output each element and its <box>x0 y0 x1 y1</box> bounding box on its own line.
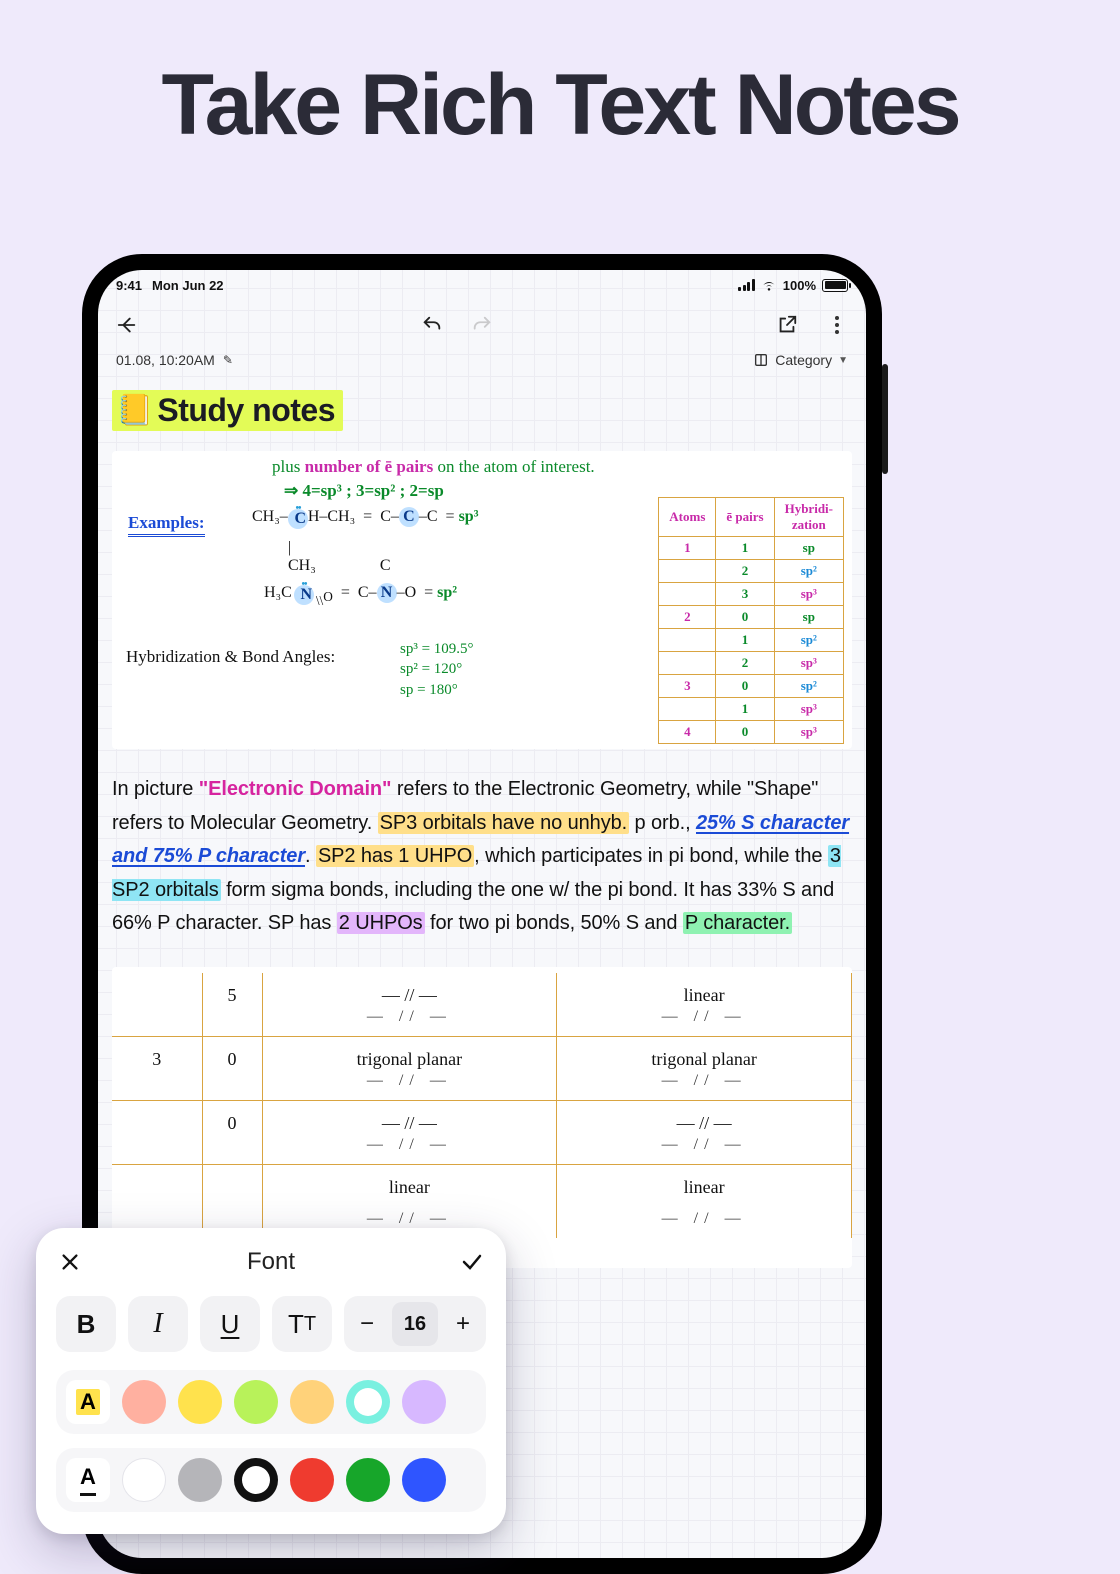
close-icon[interactable] <box>56 1248 84 1276</box>
status-time: 9:41 <box>116 278 142 293</box>
highlight-swatch[interactable] <box>346 1380 390 1424</box>
highlight-swatch[interactable] <box>178 1380 222 1424</box>
wifi-icon <box>761 279 777 291</box>
font-size-value: 16 <box>392 1302 438 1346</box>
hero-title: Take Rich Text Notes <box>0 56 1120 155</box>
handwriting-image: plus number of ē pairs on the atom of in… <box>112 451 852 749</box>
folder-icon: 📒 <box>116 396 153 426</box>
highlight-swatch[interactable] <box>122 1380 166 1424</box>
back-icon[interactable] <box>116 314 138 336</box>
highlight-swatch[interactable] <box>290 1380 334 1424</box>
text-color-swatch[interactable] <box>234 1458 278 1502</box>
tablet-side-button <box>882 364 888 474</box>
share-icon[interactable] <box>776 314 798 336</box>
text-size-button[interactable]: TT <box>272 1296 332 1352</box>
note-content[interactable]: 📒 Study notes plus number of ē pairs on … <box>98 376 866 1268</box>
highlight-swatch[interactable] <box>402 1380 446 1424</box>
text-color-swatch[interactable] <box>178 1458 222 1502</box>
battery-percent: 100% <box>783 278 816 293</box>
text-color-swatch[interactable] <box>346 1458 390 1502</box>
highlight-swatch[interactable] <box>234 1380 278 1424</box>
highlight-color-row: A <box>56 1370 486 1434</box>
category-selector[interactable]: Category ▼ <box>753 352 848 368</box>
note-title-text: Study notes <box>157 392 335 429</box>
undo-icon[interactable] <box>421 314 443 336</box>
more-icon[interactable] <box>826 314 848 336</box>
cellular-icon <box>738 279 755 291</box>
text-color-swatch[interactable] <box>290 1458 334 1502</box>
app-toolbar <box>98 300 866 350</box>
chevron-down-icon: ▼ <box>838 355 848 366</box>
style-row: B I U TT − 16 + <box>56 1296 486 1352</box>
battery-icon <box>822 279 848 292</box>
status-bar: 9:41 Mon Jun 22 100% <box>98 270 866 300</box>
increase-size-button[interactable]: + <box>440 1296 486 1352</box>
note-timestamp: 01.08, 10:20AM <box>116 352 215 368</box>
italic-button[interactable]: I <box>128 1296 188 1352</box>
category-label: Category <box>775 352 832 368</box>
text-color-mode-chip[interactable]: A <box>66 1458 110 1502</box>
note-body-text[interactable]: In picture "Electronic Domain" refers to… <box>112 773 852 941</box>
category-icon <box>753 352 769 368</box>
bold-button[interactable]: B <box>56 1296 116 1352</box>
highlight-mode-chip[interactable]: A <box>66 1380 110 1424</box>
note-title: 📒 Study notes <box>112 390 343 431</box>
font-panel: Font B I U TT − 16 + A A <box>36 1228 506 1534</box>
decrease-size-button[interactable]: − <box>344 1296 390 1352</box>
hybridization-table: Atomsē pairsHybridi- zation 11sp2sp²3sp³… <box>658 497 844 744</box>
font-panel-title: Font <box>247 1248 295 1276</box>
edit-icon[interactable]: ✎ <box>223 353 233 367</box>
geometry-table: 5— // —— // —linear— // —30trigonal plan… <box>112 967 852 1268</box>
confirm-icon[interactable] <box>458 1248 486 1276</box>
redo-icon <box>471 314 493 336</box>
font-size-stepper: − 16 + <box>344 1296 486 1352</box>
text-color-row: A <box>56 1448 486 1512</box>
text-color-swatch[interactable] <box>122 1458 166 1502</box>
text-color-swatch[interactable] <box>402 1458 446 1502</box>
status-date: Mon Jun 22 <box>152 278 224 293</box>
underline-button[interactable]: U <box>200 1296 260 1352</box>
meta-row: 01.08, 10:20AM ✎ Category ▼ <box>98 350 866 376</box>
